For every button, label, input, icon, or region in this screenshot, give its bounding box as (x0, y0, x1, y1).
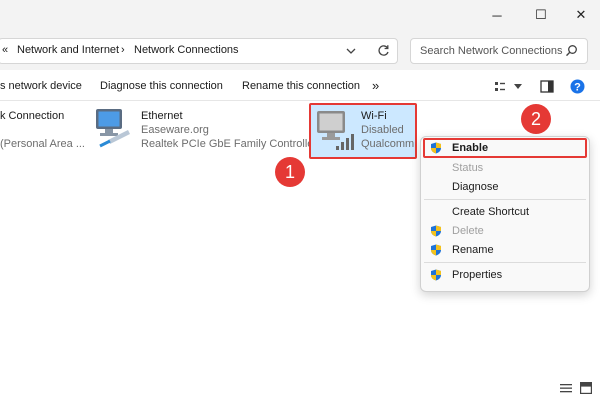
shield-icon (431, 244, 441, 256)
connection-device: (Personal Area ... (0, 138, 85, 150)
ethernet-network: Easeware.org (141, 124, 209, 136)
menu-item-properties[interactable]: Properties (452, 269, 502, 281)
breadcrumb-network-connections[interactable]: Network Connections (134, 44, 239, 56)
shield-icon (431, 225, 441, 237)
details-view-icon[interactable] (560, 383, 572, 394)
breadcrumb-overflow-icon[interactable]: « (2, 44, 8, 56)
shield-icon (431, 269, 441, 281)
close-icon: ✕ (575, 7, 587, 22)
wifi-device: Qualcomm (361, 138, 415, 150)
svg-text:?: ? (574, 82, 581, 94)
large-icons-view-icon[interactable] (580, 382, 592, 394)
rename-connection-button[interactable]: Rename this connection (242, 80, 360, 92)
view-dropdown-icon[interactable] (514, 84, 522, 90)
disable-device-button[interactable]: s network device (0, 80, 82, 92)
view-options-icon[interactable] (494, 81, 506, 93)
close-button[interactable]: ✕ (558, 0, 600, 30)
wifi-name[interactable]: Wi-Fi (361, 110, 387, 122)
step-1-badge: 1 (275, 157, 305, 187)
menu-item-delete: Delete (452, 225, 484, 237)
diagnose-connection-button[interactable]: Diagnose this connection (100, 80, 223, 92)
breadcrumb-network-internet[interactable]: Network and Internet (17, 44, 119, 56)
preview-pane-icon[interactable] (540, 80, 554, 93)
enable-highlight-box (423, 138, 587, 158)
menu-item-rename[interactable]: Rename (452, 244, 494, 256)
menu-separator (424, 262, 586, 263)
minimize-icon: ─ (492, 7, 502, 23)
ethernet-name[interactable]: Ethernet (141, 110, 183, 122)
refresh-icon[interactable] (377, 44, 390, 57)
breadcrumb-separator: › (121, 44, 125, 56)
wifi-status: Disabled (361, 124, 404, 136)
connection-name[interactable]: k Connection (0, 110, 64, 122)
step-2-badge: 2 (521, 104, 551, 134)
minimize-button[interactable]: ─ (474, 0, 520, 30)
menu-item-status: Status (452, 162, 484, 174)
menu-item-create-shortcut[interactable]: Create Shortcut (452, 206, 529, 218)
more-commands-icon[interactable]: » (372, 78, 379, 93)
search-icon (566, 45, 577, 57)
shield-icon (431, 142, 441, 154)
search-input[interactable]: Search Network Connections (410, 38, 588, 64)
menu-item-enable[interactable]: Enable (452, 142, 488, 154)
menu-item-diagnose[interactable]: Diagnose (452, 181, 498, 193)
ethernet-device: Realtek PCIe GbE Family Controller (141, 138, 318, 150)
ethernet-adapter-icon[interactable] (92, 106, 132, 148)
maximize-icon: ☐ (535, 7, 547, 22)
address-dropdown-icon[interactable] (346, 46, 356, 56)
menu-separator (424, 199, 586, 200)
wifi-adapter-icon[interactable] (314, 108, 356, 152)
help-icon[interactable]: ? (570, 79, 585, 94)
